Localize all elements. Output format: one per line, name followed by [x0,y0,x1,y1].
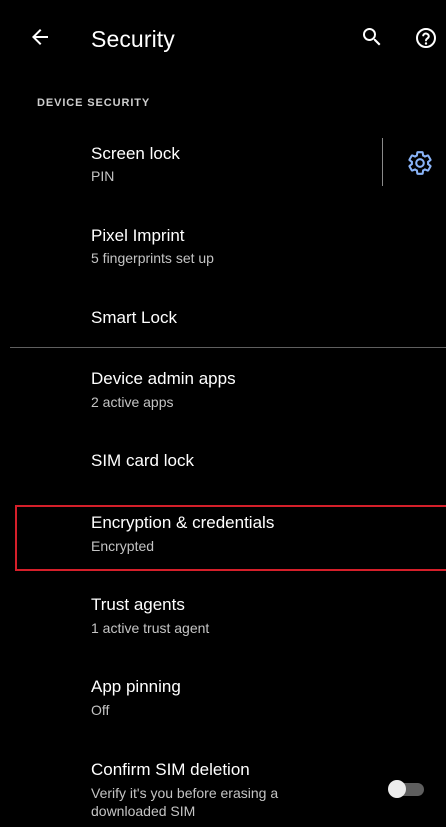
setting-subtitle: 2 active apps [91,394,174,410]
setting-title: Trust agents [91,595,185,614]
search-button[interactable] [352,17,392,57]
setting-title: Confirm SIM deletion [91,760,250,779]
setting-device-admin-apps[interactable]: Device admin apps 2 active apps [0,356,446,422]
setting-screen-lock[interactable]: Screen lock PIN [0,130,446,196]
setting-pixel-imprint[interactable]: Pixel Imprint 5 fingerprints set up [0,212,446,278]
back-button[interactable] [20,17,60,57]
setting-title: Smart Lock [91,308,177,327]
page-title: Security [91,26,175,52]
setting-sim-card-lock[interactable]: SIM card lock [0,432,446,488]
toggle-thumb [388,780,406,798]
setting-subtitle: 5 fingerprints set up [91,250,214,266]
screen-lock-settings-button[interactable] [402,145,438,181]
section-header-device-security: DEVICE SECURITY [37,97,151,109]
setting-subtitle: 1 active trust agent [91,620,210,636]
search-icon [363,28,381,46]
setting-subtitle-line-1: Verify it's you before erasing a [91,785,279,801]
setting-app-pinning[interactable]: App pinning Off [0,670,446,736]
setting-smart-lock[interactable]: Smart Lock [0,290,446,346]
help-button[interactable] [406,18,446,58]
setting-title: Device admin apps [91,369,236,388]
setting-title: Screen lock [91,144,180,163]
vertical-divider [382,138,383,186]
arrow-back-icon [32,29,48,45]
setting-subtitle: PIN [91,168,115,184]
setting-title: SIM card lock [91,451,194,470]
setting-title: Pixel Imprint [91,226,185,245]
setting-subtitle: Off [91,702,110,718]
setting-subtitle-line-2: downloaded SIM [91,803,196,819]
setting-confirm-sim-deletion[interactable]: Confirm SIM deletion Verify it's you bef… [0,752,446,827]
confirm-sim-deletion-toggle[interactable] [388,780,424,798]
help-icon [416,28,436,48]
highlight-box [15,505,446,571]
section-divider [10,347,446,348]
setting-title: App pinning [91,677,181,696]
app-bar: Security [0,0,446,78]
gear-icon [408,151,432,175]
setting-trust-agents[interactable]: Trust agents 1 active trust agent [0,588,446,654]
